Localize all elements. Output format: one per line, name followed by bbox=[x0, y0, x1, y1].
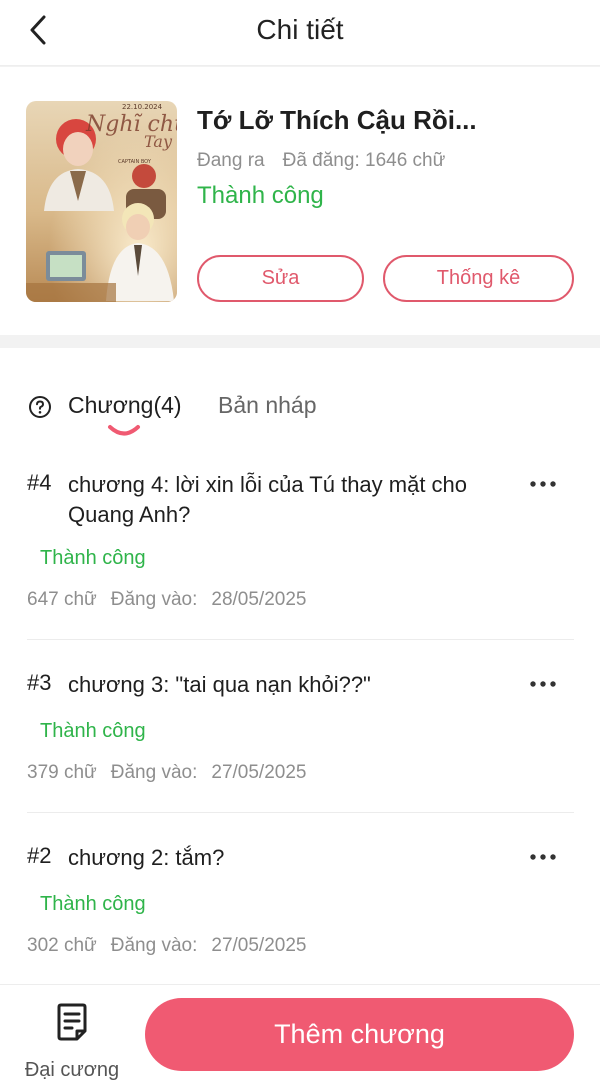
cover-script-text-2: Tay bbox=[144, 132, 173, 151]
book-summary-card: Nghĩ chưa Tay 22.10.2024 CAPTAIN BOY Tớ … bbox=[0, 67, 600, 335]
book-state: Đang ra bbox=[197, 150, 265, 171]
chapter-title: chương 2: tắm? bbox=[68, 845, 225, 870]
book-status: Thành công bbox=[197, 182, 324, 209]
more-horizontal-icon bbox=[530, 481, 556, 487]
divider bbox=[27, 639, 574, 640]
more-horizontal-icon bbox=[530, 854, 556, 860]
book-meta: Đang ra Đã đăng: 1646 chữ bbox=[197, 150, 445, 172]
document-list-icon bbox=[57, 1003, 87, 1041]
tab-drafts[interactable]: Bản nháp bbox=[218, 392, 316, 419]
page-title: Chi tiết bbox=[256, 14, 344, 45]
chapter-meta: 302 chữ Đăng vào: 27/05/2025 bbox=[27, 935, 306, 957]
more-options-button[interactable] bbox=[525, 845, 561, 869]
more-horizontal-icon bbox=[530, 681, 556, 687]
chapter-number: #4 bbox=[27, 470, 52, 495]
chapter-posted-label: Đăng vào: bbox=[110, 762, 198, 783]
chapter-title: chương 4: lời xin lỗi của Tú thay mặt ch… bbox=[68, 472, 468, 527]
outline-button[interactable]: Đại cương bbox=[22, 999, 122, 1081]
chapter-meta: 379 chữ Đăng vào: 27/05/2025 bbox=[27, 762, 306, 784]
chapter-date: 27/05/2025 bbox=[211, 762, 307, 783]
chapter-posted-label: Đăng vào: bbox=[110, 935, 198, 956]
chapter-status: Thành công bbox=[40, 547, 146, 569]
cover-date: 22.10.2024 bbox=[122, 103, 163, 111]
chapter-section: Chương(4) Bản nháp #4 chương 4: lời xin … bbox=[0, 348, 600, 984]
book-cover-image[interactable]: Nghĩ chưa Tay 22.10.2024 CAPTAIN BOY bbox=[26, 101, 177, 302]
chapter-posted-label: Đăng vào: bbox=[110, 589, 198, 610]
chapter-word-count: 647 chữ bbox=[27, 589, 97, 610]
more-options-button[interactable] bbox=[525, 672, 561, 696]
add-chapter-button[interactable]: Thêm chương bbox=[145, 998, 574, 1071]
chapter-status: Thành công bbox=[40, 893, 146, 915]
help-icon[interactable] bbox=[28, 395, 52, 419]
tab-chapters[interactable]: Chương(4) bbox=[68, 392, 182, 419]
cover-small-text: CAPTAIN BOY bbox=[118, 159, 152, 165]
chapter-date: 27/05/2025 bbox=[211, 935, 307, 956]
more-options-button[interactable] bbox=[525, 472, 561, 496]
book-word-count: Đã đăng: 1646 chữ bbox=[282, 150, 446, 171]
chapter-word-count: 379 chữ bbox=[27, 762, 97, 783]
chapter-item[interactable]: #4 chương 4: lời xin lỗi của Tú thay mặt… bbox=[0, 470, 600, 642]
active-tab-indicator bbox=[108, 425, 140, 436]
divider bbox=[27, 812, 574, 813]
bottom-action-bar: Đại cương Thêm chương bbox=[0, 984, 600, 1090]
book-title: Tớ Lỡ Thích Cậu Rồi... bbox=[197, 105, 477, 135]
chapter-date: 28/05/2025 bbox=[211, 589, 307, 610]
chapter-number: #3 bbox=[27, 670, 52, 695]
chapter-status: Thành công bbox=[40, 720, 146, 742]
chapter-number: #2 bbox=[27, 843, 52, 868]
statistics-button[interactable]: Thống kê bbox=[383, 255, 574, 302]
chapter-item[interactable]: #3 chương 3: "tai qua nạn khỏi??" Thành … bbox=[0, 670, 600, 842]
outline-label: Đại cương bbox=[24, 1059, 120, 1081]
chapter-word-count: 302 chữ bbox=[27, 935, 97, 956]
top-bar: Chi tiết bbox=[0, 0, 600, 66]
edit-button[interactable]: Sửa bbox=[197, 255, 364, 302]
chapter-meta: 647 chữ Đăng vào: 28/05/2025 bbox=[27, 589, 306, 611]
chapter-title: chương 3: "tai qua nạn khỏi??" bbox=[68, 672, 371, 697]
